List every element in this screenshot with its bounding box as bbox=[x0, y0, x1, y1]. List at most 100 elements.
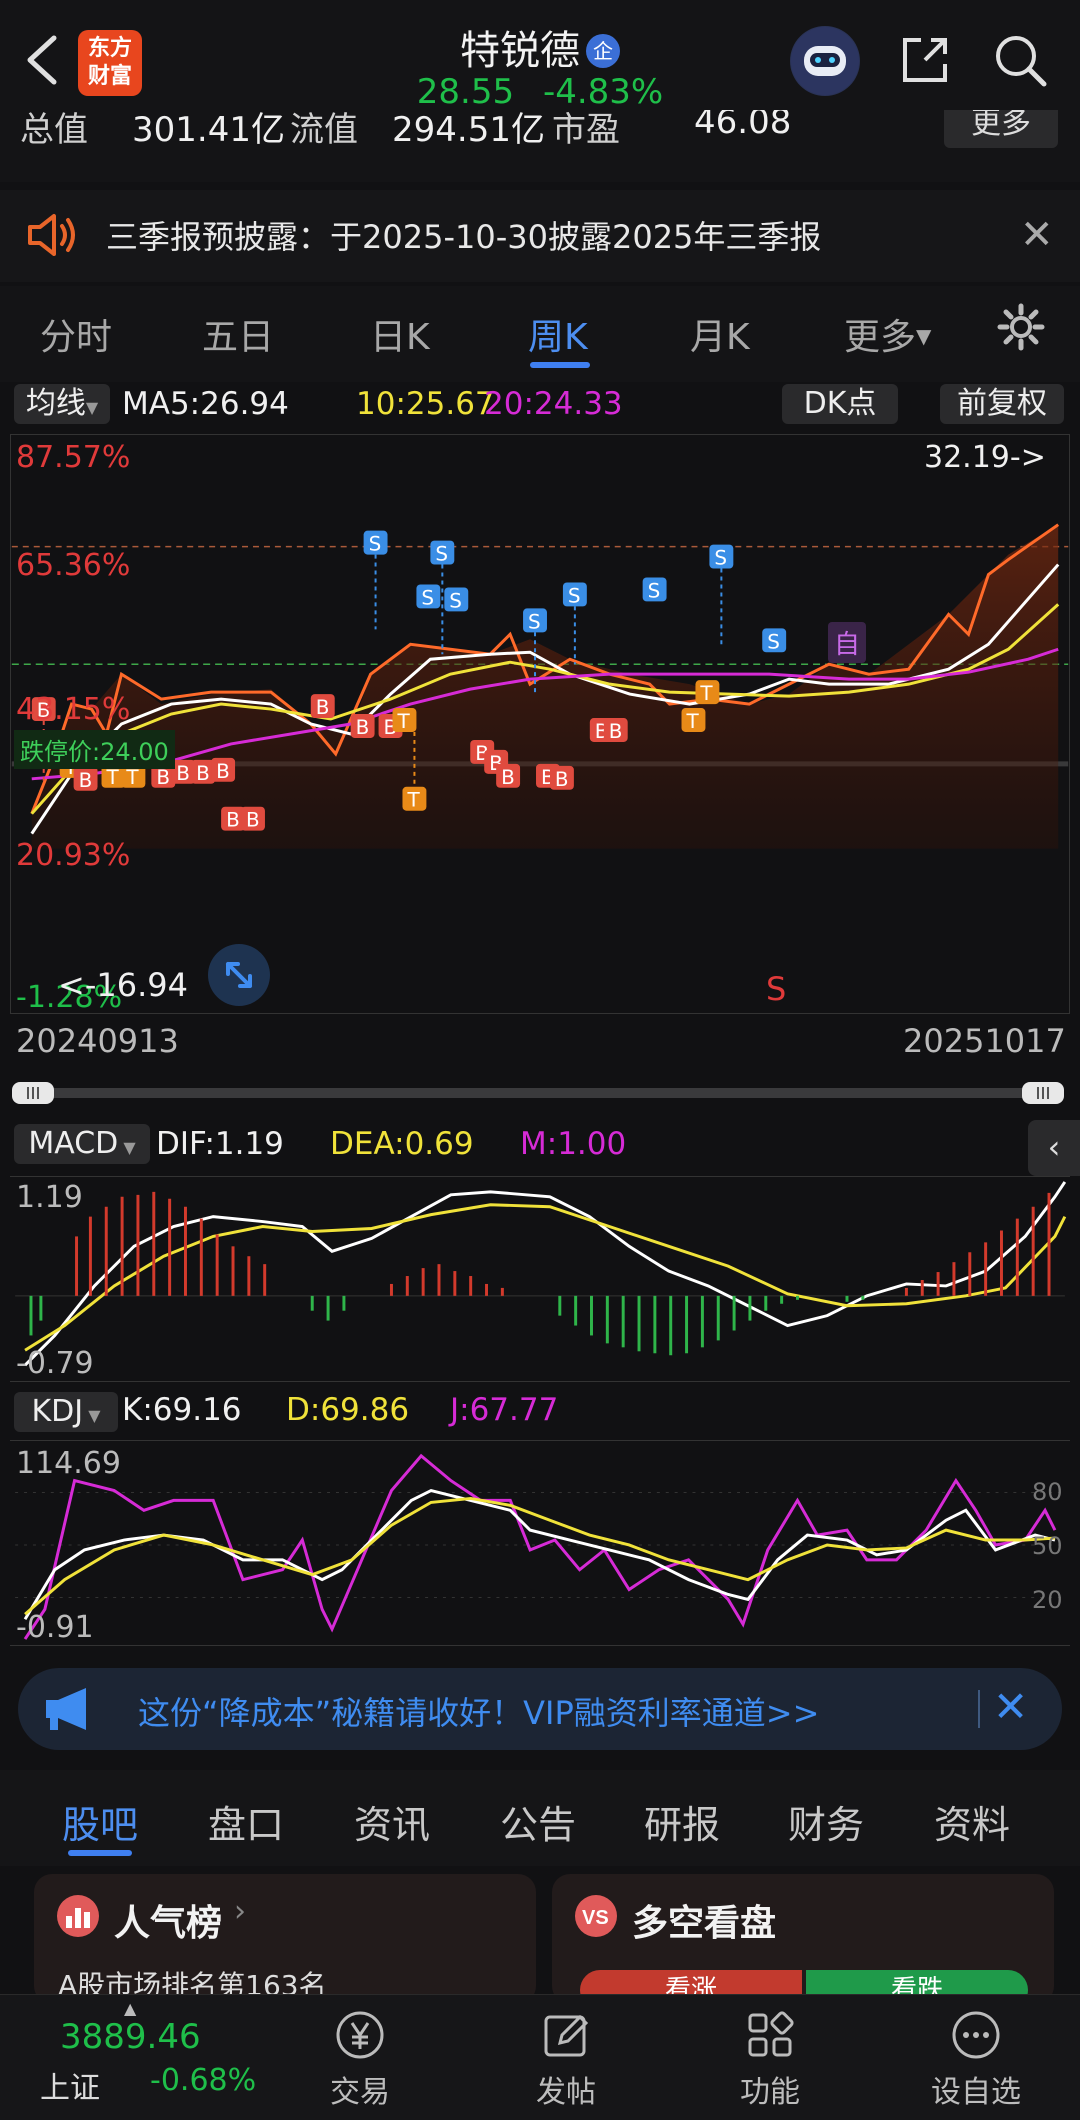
tab-announcements[interactable]: 公告 bbox=[500, 1794, 576, 1849]
ma20-value: 20:24.33 bbox=[484, 386, 623, 422]
macd-histogram bbox=[29, 1191, 1051, 1356]
svg-text:B: B bbox=[316, 696, 330, 719]
grid-icon bbox=[748, 2011, 794, 2057]
ma5-value: MA5:26.94 bbox=[122, 386, 289, 422]
tab-weekly-k[interactable]: 周K bbox=[528, 308, 588, 360]
notice-bar[interactable]: 三季报预披露：于2025-10-30披露2025年三季报 ✕ bbox=[0, 190, 1080, 282]
svg-text:S: S bbox=[449, 589, 462, 612]
tab-research[interactable]: 研报 bbox=[644, 1794, 720, 1849]
tab-monthly-k[interactable]: 月K bbox=[690, 308, 750, 360]
self-select-marker: 自 bbox=[828, 622, 867, 663]
weekly-k-chart[interactable]: B T B T T B B B B B B B B B T T B B B B … bbox=[10, 434, 1070, 1014]
price-change: -4.83% bbox=[542, 72, 664, 112]
total-value: 301.41亿 bbox=[132, 110, 285, 150]
svg-text:B: B bbox=[79, 769, 93, 792]
date-start: 20240913 bbox=[16, 1022, 179, 1060]
svg-text:T: T bbox=[685, 710, 699, 733]
svg-text:B: B bbox=[356, 716, 370, 739]
svg-text:B: B bbox=[196, 762, 210, 785]
dk-point-button[interactable]: DK点 bbox=[782, 384, 898, 424]
kdj-bottom-value: -0.91 bbox=[16, 1610, 94, 1645]
bull-bear-title: 多空看盘 bbox=[632, 1903, 777, 1944]
tab-finance[interactable]: 财务 bbox=[788, 1794, 864, 1849]
svg-text:S: S bbox=[568, 584, 581, 607]
tab-guba[interactable]: 股吧 bbox=[62, 1794, 138, 1849]
nav-post[interactable]: 发帖 bbox=[506, 2009, 626, 2111]
kdj-d: D:69.86 bbox=[286, 1392, 410, 1428]
kdj-chart[interactable] bbox=[10, 1440, 1070, 1646]
bear-button[interactable]: 看跌 bbox=[806, 1970, 1028, 1996]
info-tabs: 股吧 盘口 资讯 公告 研报 财务 资料 bbox=[0, 1770, 1080, 1866]
chart-toolbar: 均线▼ MA5:26.94 10:25.67 20:24.33 DK点 前复权 bbox=[0, 384, 1080, 430]
svg-text:S: S bbox=[369, 533, 382, 556]
svg-text:B: B bbox=[246, 809, 260, 832]
pct-label-4: 20.93% bbox=[16, 838, 131, 873]
dea-line bbox=[24, 1203, 1067, 1352]
robot-assistant-icon[interactable] bbox=[790, 26, 860, 96]
gear-icon[interactable] bbox=[996, 302, 1046, 352]
ma-selector[interactable]: 均线▼ bbox=[14, 384, 110, 424]
nav-add-watchlist[interactable]: 设自选 bbox=[916, 2009, 1036, 2111]
macd-chart[interactable] bbox=[10, 1176, 1070, 1382]
kdj-level-80: 80 bbox=[1032, 1478, 1063, 1506]
share-icon[interactable] bbox=[895, 30, 955, 90]
svg-text:S: S bbox=[714, 547, 727, 570]
nav-functions[interactable]: 功能 bbox=[710, 2009, 830, 2111]
close-icon[interactable]: ✕ bbox=[993, 1682, 1028, 1731]
bull-button[interactable]: 看涨 bbox=[580, 1970, 802, 1996]
svg-text:B: B bbox=[176, 762, 190, 785]
tab-more[interactable]: 更多▼ bbox=[844, 308, 931, 360]
close-icon[interactable]: ✕ bbox=[1020, 212, 1054, 258]
svg-text:S: S bbox=[435, 543, 448, 566]
kdj-level-50: 50 bbox=[1032, 1532, 1063, 1560]
popularity-title: 人气榜 bbox=[114, 1903, 223, 1944]
tab-five-day[interactable]: 五日 bbox=[202, 308, 274, 360]
notice-text: 三季报预披露：于2025-10-30披露2025年三季报 bbox=[106, 218, 822, 256]
popularity-rank: A股市场排名第163名 bbox=[58, 1969, 327, 1996]
popularity-card[interactable]: 人气榜 › A股市场排名第163名 bbox=[34, 1874, 536, 1996]
macd-selector[interactable]: MACD ▼ bbox=[14, 1124, 150, 1164]
divider bbox=[978, 1690, 980, 1728]
ranking-icon bbox=[57, 1895, 99, 1937]
svg-text:T: T bbox=[125, 766, 139, 789]
svg-text:B: B bbox=[501, 766, 515, 789]
megaphone-icon bbox=[46, 1688, 86, 1730]
speaker-icon bbox=[28, 214, 75, 256]
svg-text:T: T bbox=[396, 710, 410, 733]
tab-intraday[interactable]: 分时 bbox=[40, 308, 112, 360]
pe-value: 46.08 bbox=[694, 110, 792, 142]
date-end: 20251017 bbox=[903, 1022, 1066, 1060]
svg-text:S: S bbox=[648, 579, 661, 602]
svg-text:S: S bbox=[421, 586, 434, 609]
range-slider[interactable] bbox=[12, 1082, 1064, 1104]
index-ticker[interactable]: ▲ 3889.46 上证 -0.68% bbox=[30, 1999, 260, 2107]
bull-bear-card[interactable]: VS 多空看盘 看涨 看跌 bbox=[552, 1874, 1054, 1996]
dropdown-icon: ▼ bbox=[916, 324, 932, 348]
index-value: 3889.46 bbox=[60, 2017, 201, 2057]
price-area bbox=[31, 524, 1059, 849]
svg-text:B: B bbox=[156, 766, 170, 789]
s-marker-label: S bbox=[766, 970, 787, 1008]
nav-trade[interactable]: 交易 bbox=[300, 2009, 420, 2111]
total-value-label: 总值 bbox=[20, 110, 88, 150]
stats-more-button[interactable]: 更多 bbox=[944, 110, 1058, 148]
tab-profile[interactable]: 资料 bbox=[934, 1794, 1010, 1849]
pct-label-top: 87.57% bbox=[16, 440, 131, 475]
svg-text:B: B bbox=[609, 720, 623, 743]
svg-text:VS: VS bbox=[582, 1907, 609, 1929]
adjust-button[interactable]: 前复权 bbox=[940, 384, 1064, 424]
search-icon[interactable] bbox=[990, 30, 1050, 90]
kdj-selector[interactable]: KDJ ▼ bbox=[14, 1392, 118, 1432]
tab-news[interactable]: 资讯 bbox=[354, 1794, 430, 1849]
expand-icon[interactable] bbox=[208, 944, 270, 1006]
max-price-label: 32.19-> bbox=[924, 440, 1046, 475]
tab-daily-k[interactable]: 日K bbox=[370, 308, 430, 360]
macd-dea: DEA:0.69 bbox=[330, 1126, 474, 1162]
collapse-panel-button[interactable]: ‹ bbox=[1028, 1120, 1080, 1176]
svg-text:B: B bbox=[226, 809, 240, 832]
active-subtab-indicator bbox=[68, 1850, 132, 1856]
svg-text:S: S bbox=[528, 610, 541, 633]
promo-banner[interactable]: 这份“降成本”秘籍请收好！VIP融资利率通道>> ✕ bbox=[18, 1668, 1062, 1750]
kdj-j: J:67.77 bbox=[450, 1392, 559, 1428]
tab-order-book[interactable]: 盘口 bbox=[208, 1794, 284, 1849]
